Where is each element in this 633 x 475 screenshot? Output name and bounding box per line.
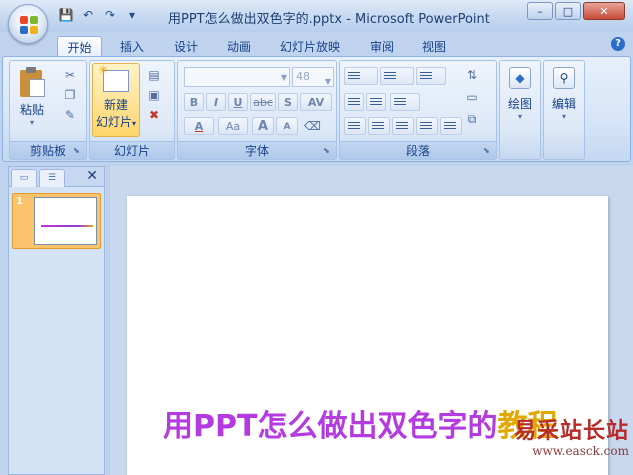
paste-icon xyxy=(17,67,47,99)
save-icon[interactable]: 💾 xyxy=(58,7,74,23)
watermark-url: www.easck.com xyxy=(532,444,629,458)
paragraph-group: ⇅ ▭ ⧉ 段落 ⬊ xyxy=(339,60,497,160)
paste-button[interactable]: 粘贴 ▾ xyxy=(14,67,50,127)
align-right-button[interactable] xyxy=(392,117,414,135)
underline-button[interactable]: U xyxy=(228,93,248,111)
layout-icon[interactable]: ▤ xyxy=(146,67,162,83)
columns-button[interactable] xyxy=(390,93,420,111)
slides-tab-icon[interactable]: ▭ xyxy=(11,169,37,187)
justify-button[interactable] xyxy=(416,117,438,135)
tab-review[interactable]: 审阅 xyxy=(362,36,402,56)
title-part-purple: 用PPT怎么做出双色字的 xyxy=(163,409,498,444)
char-spacing-button[interactable]: AV xyxy=(300,93,332,111)
smartart-icon[interactable]: ⧉ xyxy=(464,111,480,127)
slide-title-text[interactable]: 用PPT怎么做出双色字的教程 xyxy=(163,410,557,444)
shapes-icon: ◆ xyxy=(509,67,531,89)
undo-icon[interactable]: ↶ xyxy=(80,7,96,23)
paragraph-group-label: 段落 xyxy=(340,141,496,159)
align-text-icon[interactable]: ▭ xyxy=(464,89,480,105)
new-slide-icon: ✳ xyxy=(98,63,129,92)
font-size-combo[interactable]: 48 ▼ xyxy=(292,67,334,87)
increase-indent-button[interactable] xyxy=(366,93,386,111)
tab-slideshow[interactable]: 幻灯片放映 xyxy=(272,36,348,56)
reset-slide-icon[interactable]: ▣ xyxy=(146,87,162,103)
new-slide-label-1: 新建 xyxy=(103,98,128,112)
slide-thumbnail[interactable]: 1 xyxy=(12,193,101,249)
distributed-button[interactable] xyxy=(440,117,462,135)
find-binoculars-icon: ⚲ xyxy=(553,67,575,89)
paragraph-launcher-icon[interactable]: ⬊ xyxy=(483,146,493,156)
drawing-group: ◆ 绘图 ▾ xyxy=(499,60,541,160)
strikethrough-button[interactable]: abc xyxy=(250,93,276,111)
paste-label: 粘贴 xyxy=(19,103,44,117)
clipboard-launcher-icon[interactable]: ⬊ xyxy=(73,146,83,156)
slides-group-label: 幻灯片 xyxy=(90,141,174,159)
editing-label: 编辑 xyxy=(551,97,576,111)
format-painter-icon[interactable]: ✎ xyxy=(62,107,78,123)
align-center-button[interactable] xyxy=(368,117,390,135)
drawing-button[interactable]: ◆ 绘图 ▾ xyxy=(502,65,538,121)
font-color-button[interactable]: A xyxy=(184,117,214,135)
bold-button[interactable]: B xyxy=(184,93,204,111)
shrink-font-button[interactable]: A xyxy=(276,117,298,135)
slides-group: ✳ 新建 幻灯片▾ ▤ ▣ ✖ 幻灯片 xyxy=(89,60,175,160)
tab-insert[interactable]: 插入 xyxy=(112,36,152,56)
drawing-label: 绘图 xyxy=(507,97,532,111)
text-direction-icon[interactable]: ⇅ xyxy=(464,67,480,83)
numbering-button[interactable] xyxy=(380,67,414,85)
line-spacing-button[interactable] xyxy=(416,67,446,85)
quick-access-toolbar: 💾 ↶ ↷ ▾ xyxy=(58,7,140,23)
redo-icon[interactable]: ↷ xyxy=(102,7,118,23)
ribbon-tabs: 开始 插入 设计 动画 幻灯片放映 审阅 视图 ? xyxy=(0,32,633,56)
new-slide-button[interactable]: ✳ 新建 幻灯片▾ xyxy=(92,63,140,137)
tab-animation[interactable]: 动画 xyxy=(219,36,259,56)
font-name-combo[interactable]: ▼ xyxy=(184,67,290,87)
shadow-button[interactable]: S xyxy=(278,93,298,111)
decrease-indent-button[interactable] xyxy=(344,93,364,111)
title-bar: 💾 ↶ ↷ ▾ 用PPT怎么做出双色字的.pptx - Microsoft Po… xyxy=(0,0,633,32)
office-logo-icon xyxy=(20,16,38,34)
panel-tabs: ▭ ☰ ✕ xyxy=(9,167,104,187)
delete-slide-icon[interactable]: ✖ xyxy=(146,107,162,123)
maximize-button[interactable]: □ xyxy=(555,2,581,20)
window-controls: – □ ✕ xyxy=(527,2,625,20)
change-case-button[interactable]: Aa xyxy=(218,117,248,135)
font-group-label: 字体 xyxy=(178,141,336,159)
clipboard-group: 粘贴 ▾ ✂ ❐ ✎ 剪贴板 ⬊ xyxy=(9,60,87,160)
bullets-button[interactable] xyxy=(344,67,378,85)
site-watermark: 易采站长站 www.easck.com xyxy=(514,418,629,458)
office-button[interactable] xyxy=(8,4,48,44)
minimize-button[interactable]: – xyxy=(527,2,553,20)
close-panel-icon[interactable]: ✕ xyxy=(86,168,98,184)
help-icon[interactable]: ? xyxy=(611,37,625,51)
slide-thumbnail-preview xyxy=(34,197,97,245)
slides-panel: ▭ ☰ ✕ 1 xyxy=(8,166,105,475)
italic-button[interactable]: I xyxy=(206,93,226,111)
clear-formatting-icon[interactable]: ⌫ xyxy=(304,118,321,134)
tab-design[interactable]: 设计 xyxy=(166,36,206,56)
font-launcher-icon[interactable]: ⬊ xyxy=(323,146,333,156)
copy-icon[interactable]: ❐ xyxy=(62,87,78,103)
outline-tab-icon[interactable]: ☰ xyxy=(39,169,65,187)
font-group: ▼ 48 ▼ B I U abc S AV A Aa A A ⌫ 字体 ⬊ xyxy=(177,60,337,160)
cut-icon[interactable]: ✂ xyxy=(62,67,78,83)
slide-number: 1 xyxy=(16,196,23,207)
editing-group: ⚲ 编辑 ▾ xyxy=(543,60,585,160)
editing-button[interactable]: ⚲ 编辑 ▾ xyxy=(546,65,582,121)
new-slide-label-2: 幻灯片▾ xyxy=(95,115,137,129)
close-button[interactable]: ✕ xyxy=(583,2,625,20)
customize-qat-icon[interactable]: ▾ xyxy=(124,7,140,23)
grow-font-button[interactable]: A xyxy=(252,117,274,135)
thumbnail-title-line xyxy=(41,225,93,227)
font-size-value: 48 xyxy=(296,70,310,83)
window-title: 用PPT怎么做出双色字的.pptx - Microsoft PowerPoint xyxy=(168,12,490,27)
ribbon: 粘贴 ▾ ✂ ❐ ✎ 剪贴板 ⬊ ✳ 新建 幻灯片▾ ▤ ▣ ✖ 幻灯片 ▼ 4… xyxy=(2,56,631,162)
tab-home[interactable]: 开始 xyxy=(57,36,102,56)
tab-view[interactable]: 视图 xyxy=(414,36,454,56)
align-left-button[interactable] xyxy=(344,117,366,135)
watermark-cn: 易采站长站 xyxy=(513,418,629,444)
